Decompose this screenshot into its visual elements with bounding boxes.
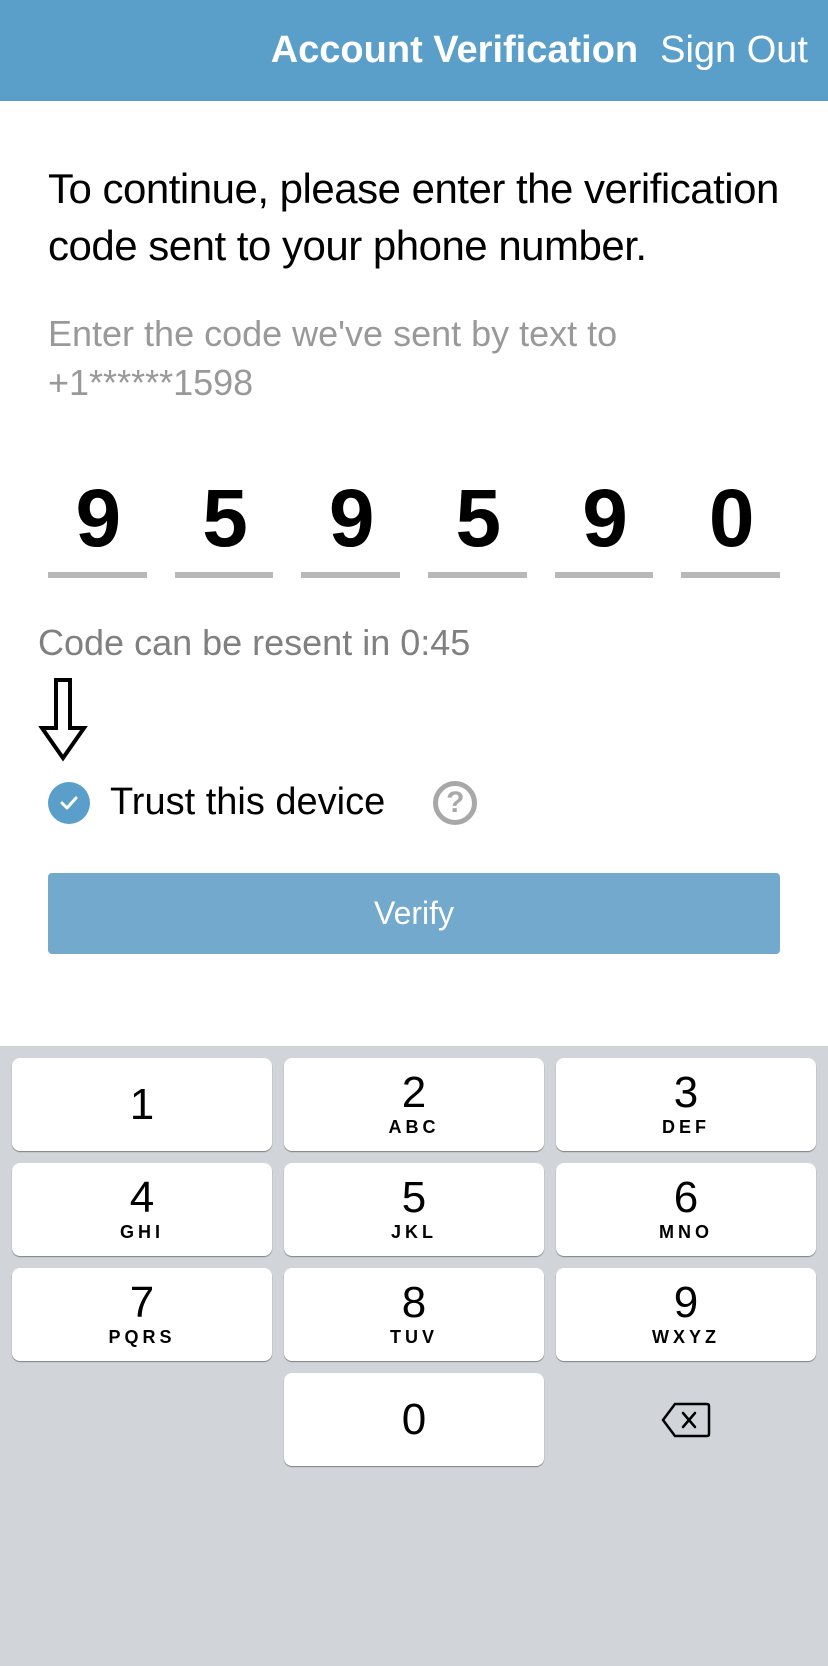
page-title: Account Verification	[271, 29, 638, 72]
code-input-row: 9 5 9 5 9 0	[48, 472, 780, 578]
keypad-digit: 9	[674, 1281, 698, 1325]
sign-out-link[interactable]: Sign Out	[660, 29, 808, 72]
code-digit-2[interactable]: 5	[175, 472, 274, 578]
keypad-key-2[interactable]: 2ABC	[284, 1058, 544, 1151]
keypad-key-9[interactable]: 9WXYZ	[556, 1268, 816, 1361]
keypad-key-7[interactable]: 7PQRS	[12, 1268, 272, 1361]
keypad-letters: TUV	[390, 1327, 438, 1348]
backspace-icon	[661, 1401, 711, 1439]
keypad-letters: PQRS	[108, 1327, 175, 1348]
keypad-key-4[interactable]: 4GHI	[12, 1163, 272, 1256]
verify-button[interactable]: Verify	[48, 873, 780, 954]
code-digit-3[interactable]: 9	[301, 472, 400, 578]
keypad-backspace[interactable]	[556, 1373, 816, 1466]
keypad-digit: 3	[674, 1071, 698, 1115]
help-icon[interactable]: ?	[433, 781, 477, 825]
keypad-digit: 4	[130, 1176, 154, 1220]
checkmark-icon	[57, 791, 81, 815]
trust-device-label: Trust this device	[110, 781, 385, 824]
keypad-empty	[12, 1373, 272, 1466]
code-digit-5[interactable]: 9	[555, 472, 654, 578]
trust-device-row: Trust this device ?	[48, 781, 780, 825]
keypad-letters: MNO	[659, 1222, 713, 1243]
keypad-key-0[interactable]: 0	[284, 1373, 544, 1466]
trust-device-checkbox[interactable]	[48, 782, 90, 824]
code-digit-6[interactable]: 0	[681, 472, 780, 578]
arrow-down-icon	[38, 678, 88, 762]
keypad-key-1[interactable]: 1	[12, 1058, 272, 1151]
keypad-digit: 6	[674, 1176, 698, 1220]
keypad-digit: 5	[402, 1176, 426, 1220]
keypad-letters: JKL	[391, 1222, 437, 1243]
keypad-digit: 8	[402, 1281, 426, 1325]
code-digit-4[interactable]: 5	[428, 472, 527, 578]
instruction-text: To continue, please enter the verificati…	[48, 161, 780, 274]
app-header: Account Verification Sign Out	[0, 0, 828, 101]
keypad-digit: 1	[130, 1083, 154, 1127]
keypad-letters: DEF	[662, 1117, 710, 1138]
keypad-letters: GHI	[120, 1222, 164, 1243]
keypad-key-8[interactable]: 8TUV	[284, 1268, 544, 1361]
keypad-digit: 7	[130, 1281, 154, 1325]
phone-hint-text: Enter the code we've sent by text to +1*…	[48, 310, 780, 407]
numeric-keypad: 12ABC3DEF4GHI5JKL6MNO7PQRS8TUV9WXYZ0	[0, 1046, 828, 1666]
keypad-letters: ABC	[389, 1117, 440, 1138]
code-digit-1[interactable]: 9	[48, 472, 147, 578]
keypad-key-5[interactable]: 5JKL	[284, 1163, 544, 1256]
resend-countdown-text: Code can be resent in 0:45	[38, 622, 780, 664]
keypad-letters: WXYZ	[652, 1327, 720, 1348]
main-content: To continue, please enter the verificati…	[0, 101, 828, 954]
keypad-key-6[interactable]: 6MNO	[556, 1163, 816, 1256]
keypad-digit: 0	[402, 1398, 426, 1442]
keypad-digit: 2	[402, 1071, 426, 1115]
keypad-key-3[interactable]: 3DEF	[556, 1058, 816, 1151]
